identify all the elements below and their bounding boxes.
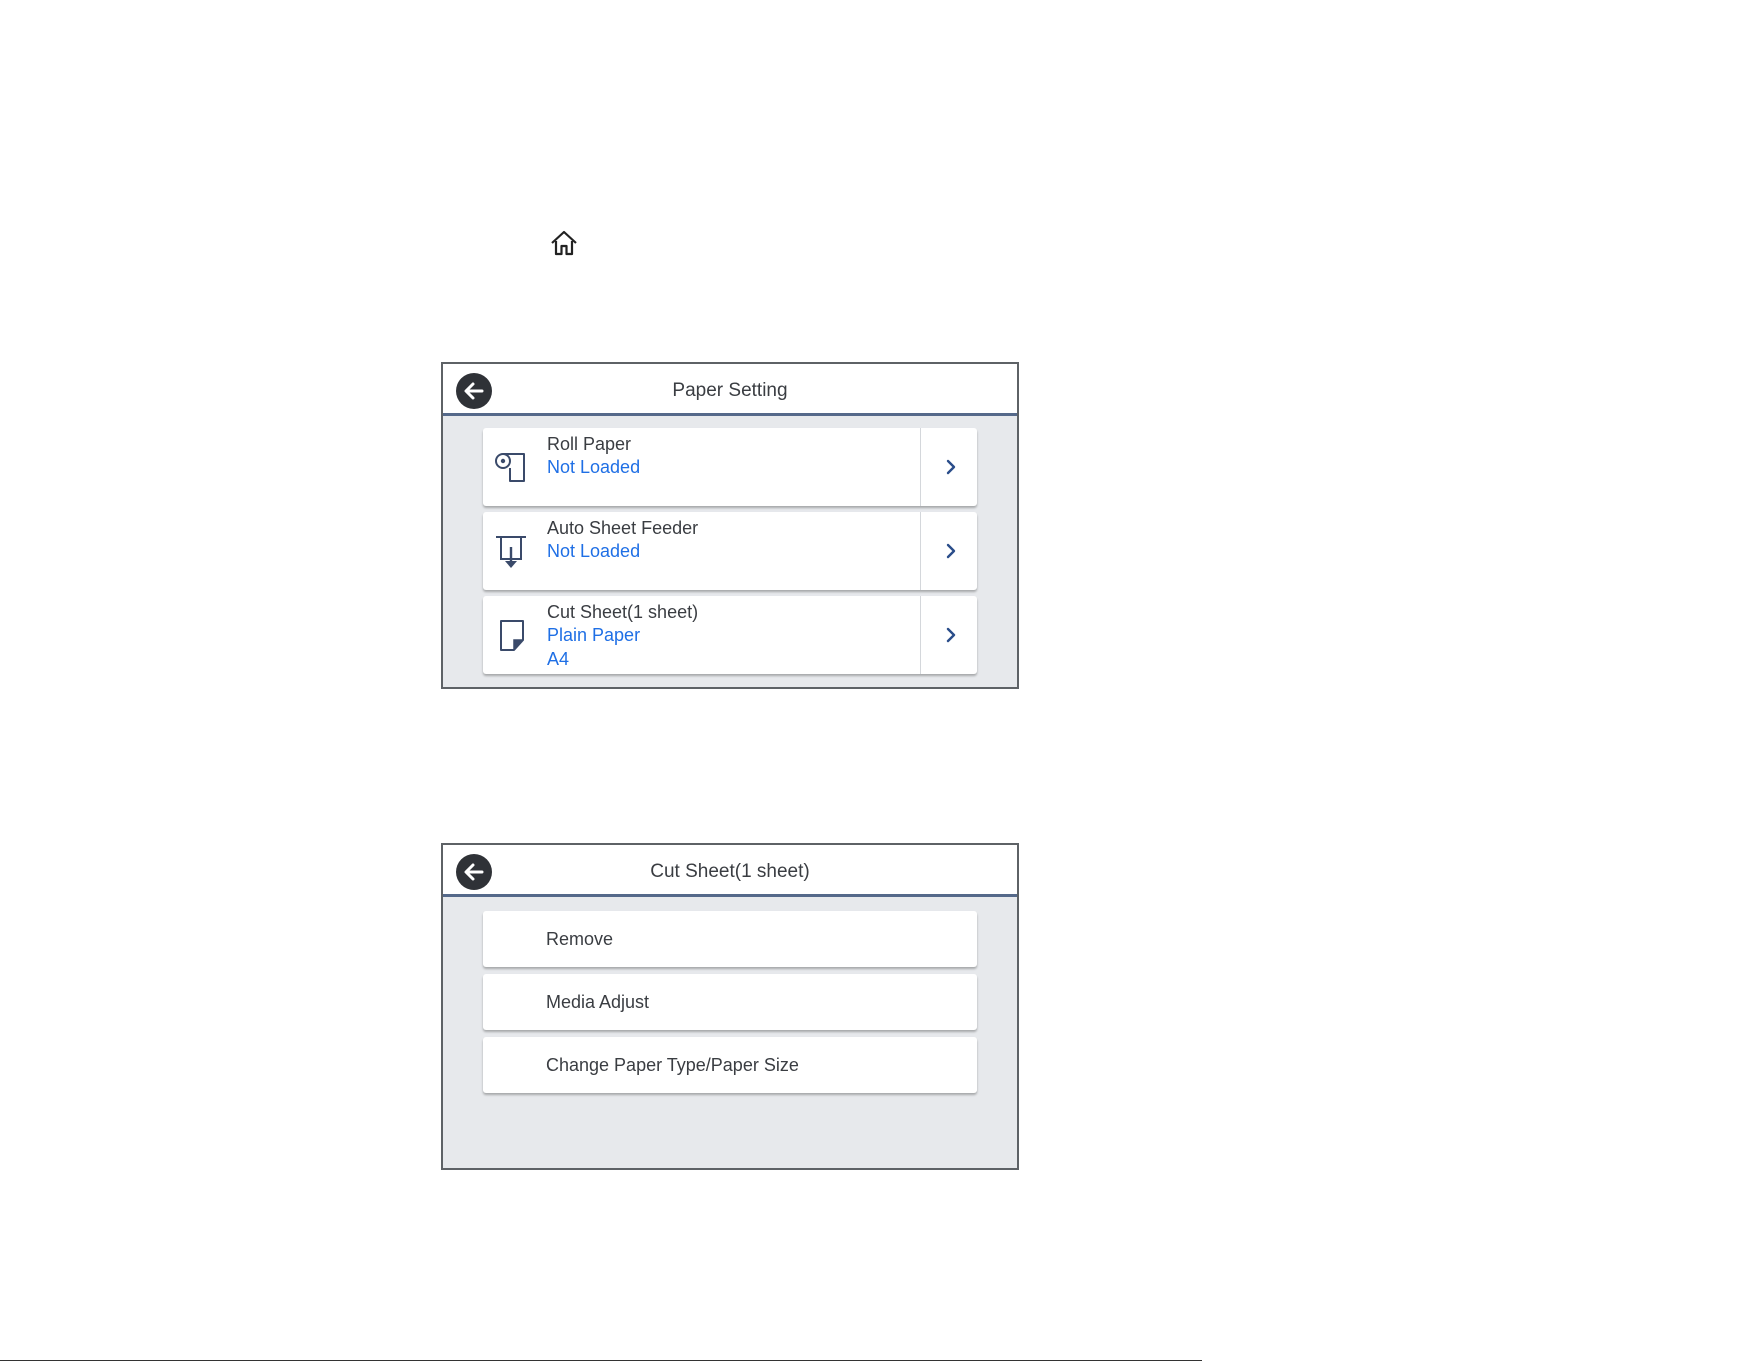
chevron-right-icon xyxy=(946,627,956,643)
change-paper-type-size-button[interactable]: Change Paper Type/Paper Size xyxy=(483,1037,977,1093)
chevron-right-icon xyxy=(946,543,956,559)
cut-sheet-item[interactable]: Cut Sheet(1 sheet) Plain Paper A4 xyxy=(483,596,977,674)
paper-type-value: Plain Paper xyxy=(547,625,641,645)
screen-header: Paper Setting xyxy=(443,364,1017,416)
divider xyxy=(920,428,921,506)
media-adjust-button[interactable]: Media Adjust xyxy=(483,974,977,1030)
home-icon xyxy=(549,229,579,257)
roll-paper-icon xyxy=(495,453,525,482)
paper-setting-screen: Paper Setting Roll Paper Not Loaded Auto… xyxy=(441,362,1019,689)
menu-item-label: Media Adjust xyxy=(546,992,650,1012)
divider xyxy=(920,512,921,590)
remove-button[interactable]: Remove xyxy=(483,911,977,967)
item-status: Not Loaded xyxy=(547,457,641,477)
item-label: Roll Paper xyxy=(547,434,632,454)
menu-item-label: Remove xyxy=(546,929,614,949)
item-label: Cut Sheet(1 sheet) xyxy=(547,602,699,622)
item-status: Not Loaded xyxy=(547,541,641,561)
screen-title: Cut Sheet(1 sheet) xyxy=(650,861,810,882)
screen-header: Cut Sheet(1 sheet) xyxy=(443,845,1017,897)
menu-item-label: Change Paper Type/Paper Size xyxy=(546,1055,799,1075)
divider xyxy=(920,596,921,674)
auto-sheet-feeder-icon xyxy=(496,536,526,568)
paper-size-value: A4 xyxy=(547,649,570,669)
item-label: Auto Sheet Feeder xyxy=(547,518,699,538)
cut-sheet-icon xyxy=(500,620,524,651)
cut-sheet-screen: Cut Sheet(1 sheet) Remove Media Adjust C… xyxy=(441,843,1019,1170)
auto-sheet-feeder-item[interactable]: Auto Sheet Feeder Not Loaded xyxy=(483,512,977,590)
screen-title: Paper Setting xyxy=(672,380,788,401)
chevron-right-icon xyxy=(946,459,956,475)
roll-paper-item[interactable]: Roll Paper Not Loaded xyxy=(483,428,977,506)
